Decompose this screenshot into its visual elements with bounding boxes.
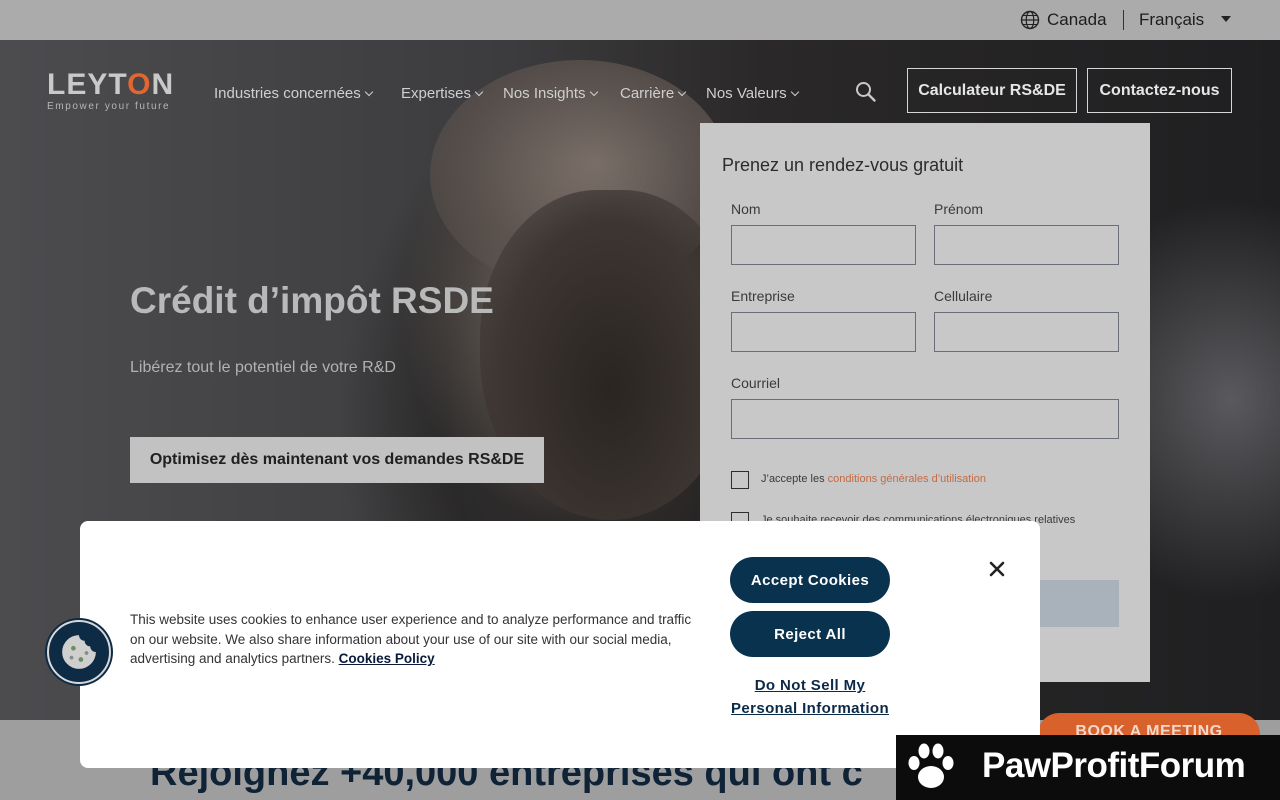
chevron-down-icon <box>790 87 799 97</box>
personal-information-link[interactable]: Personal Information <box>710 700 910 717</box>
cookie-banner: This website uses cookies to enhance use… <box>80 521 1040 768</box>
logo-tagline: Empower your future <box>47 101 171 112</box>
terms-label: J’accepte les conditions générales d’uti… <box>761 473 986 485</box>
hero-cta-button[interactable]: Optimisez dès maintenant vos demandes RS… <box>130 437 544 483</box>
cookie-icon <box>62 635 96 669</box>
entreprise-label: Entreprise <box>731 288 795 304</box>
cellulaire-input[interactable] <box>934 312 1119 352</box>
form-title: Prenez un rendez-vous gratuit <box>722 155 964 175</box>
do-not-sell-link[interactable]: Do Not Sell My <box>710 677 910 694</box>
nav-label: Industries concernées <box>214 85 361 102</box>
logo[interactable]: LEYTON Empower your future <box>47 70 174 113</box>
chevron-down-icon <box>677 87 687 97</box>
nav-label: Nos Insights <box>503 85 586 102</box>
entreprise-input[interactable] <box>731 312 916 352</box>
watermark-text: PawProfitForum <box>982 746 1246 785</box>
logo-wordmark: LEYTON <box>47 70 174 100</box>
nav-item-valeurs[interactable]: Nos Valeurs <box>706 85 799 102</box>
chevron-down-icon <box>364 87 373 97</box>
courriel-label: Courriel <box>731 375 781 391</box>
nav-label: Carrière <box>620 85 675 102</box>
watermark: PawProfitForum <box>896 735 1280 800</box>
caret-down-icon[interactable] <box>1221 16 1231 22</box>
nav-label: Nos Valeurs <box>706 85 787 102</box>
reject-all-button[interactable]: Reject All <box>730 611 890 657</box>
nav-item-insights[interactable]: Nos Insights <box>503 85 598 102</box>
top-utility-bar: Canada Français <box>0 0 1280 40</box>
terms-prefix: J’accepte les <box>761 473 828 485</box>
prenom-input[interactable] <box>934 225 1119 265</box>
courriel-input[interactable] <box>731 399 1119 439</box>
country-selector[interactable]: Canada <box>1047 10 1107 30</box>
cookie-message: This website uses cookies to enhance use… <box>130 610 700 669</box>
close-icon[interactable] <box>987 559 1007 579</box>
cellulaire-label: Cellulaire <box>934 288 993 304</box>
do-not-sell-line2: Personal Information <box>730 700 890 717</box>
paw-icon <box>908 743 954 788</box>
logo-text-start: LEYT <box>47 68 128 101</box>
terms-checkbox[interactable] <box>731 471 749 489</box>
accept-cookies-button[interactable]: Accept Cookies <box>730 557 890 603</box>
chevron-down-icon <box>589 87 598 97</box>
nav-item-expertises[interactable]: Expertises <box>401 85 484 102</box>
terms-link[interactable]: conditions générales d’utilisation <box>828 473 986 485</box>
cookie-settings-button[interactable] <box>47 620 111 684</box>
chevron-down-icon <box>474 87 484 97</box>
globe-icon[interactable] <box>1020 10 1040 30</box>
do-not-sell-line1: Do Not Sell My <box>754 677 866 694</box>
nav-label: Expertises <box>401 85 472 102</box>
cookies-policy-link[interactable]: Cookies Policy <box>339 651 435 666</box>
contact-button[interactable]: Contactez-nous <box>1087 68 1232 113</box>
search-icon[interactable] <box>855 81 877 103</box>
nav-item-carriere[interactable]: Carrière <box>620 85 687 102</box>
nav-item-industries[interactable]: Industries concernées <box>214 85 373 102</box>
nom-label: Nom <box>731 201 761 217</box>
calculator-button[interactable]: Calculateur RS&DE <box>907 68 1077 113</box>
nom-input[interactable] <box>731 225 916 265</box>
divider <box>1123 10 1124 30</box>
hero-title: Crédit d’impôt RSDE <box>130 280 494 321</box>
prenom-label: Prénom <box>934 201 984 217</box>
logo-text-end: N <box>151 68 175 101</box>
hero-subtitle: Libérez tout le potentiel de votre R&D <box>130 359 396 376</box>
language-selector[interactable]: Français <box>1139 10 1204 30</box>
logo-text-o: O <box>127 68 152 101</box>
